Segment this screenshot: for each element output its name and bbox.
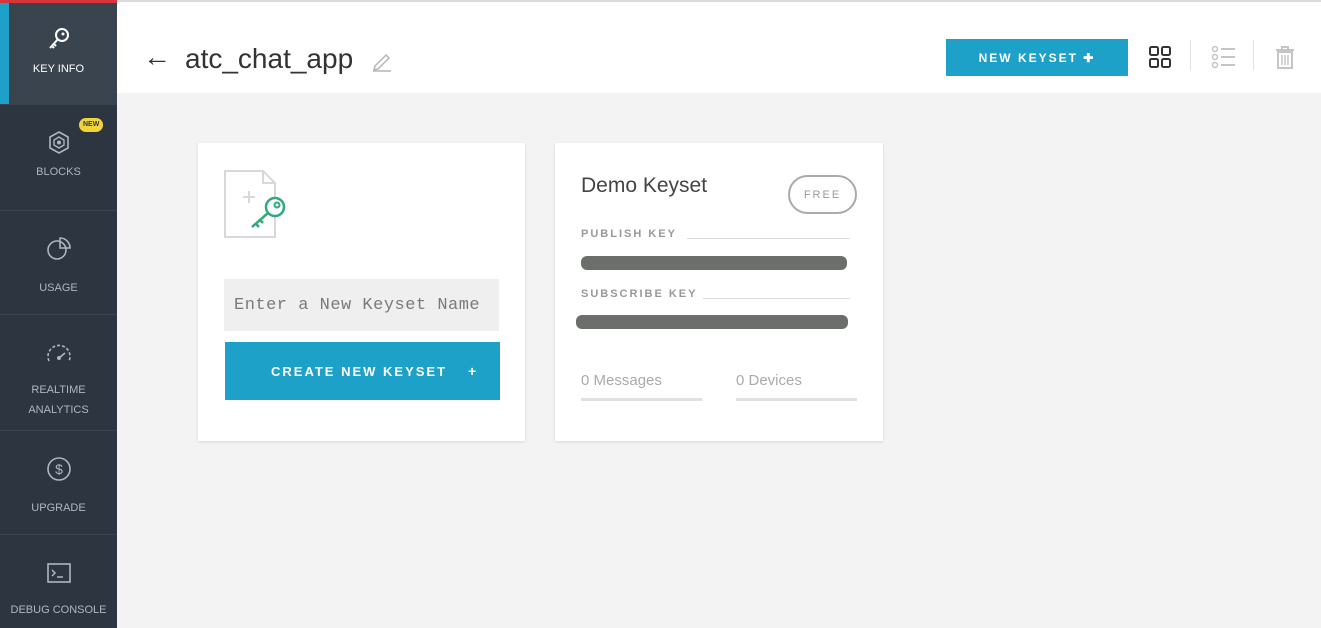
sidebar-item-key-info[interactable]: KEY INFO [0,3,117,105]
blocks-icon [44,128,74,158]
subscribe-key-label: SUBSCRIBE KEY [581,288,698,300]
sidebar-item-usage[interactable]: USAGE [0,212,117,315]
back-arrow-button[interactable]: ← [143,42,171,72]
publish-key-value [581,256,847,270]
sidebar-item-label: KEY INFO [32,63,85,75]
sidebar-item-upgrade[interactable]: $ UPGRADE [0,432,117,535]
demo-keyset-card[interactable]: Demo Keyset FREE PUBLISH KEY SUBSCRIBE K… [555,143,883,441]
sidebar-item-realtime-analytics[interactable]: REALTIME ANALYTICS [0,316,117,431]
pencil-edit-icon[interactable] [371,50,393,77]
new-badge: NEW [79,118,104,132]
speedometer-icon [44,340,74,370]
dollar-icon: $ [44,454,74,484]
sidebar-item-label: DEBUG CONSOLE [10,604,107,616]
divider [703,298,850,299]
trash-icon[interactable] [1274,45,1296,74]
devices-bar [736,398,857,401]
pie-chart-icon [44,234,74,264]
svg-text:$: $ [55,461,63,477]
subscribe-key-value [576,315,848,329]
sidebar-item-label: REALTIME ANALYTICS [28,384,89,416]
divider [687,238,850,239]
new-keyset-button[interactable]: NEW KEYSET ✚ [946,39,1128,76]
devices-count: 0 Devices [736,372,802,389]
sidebar-item-label: BLOCKS [36,166,81,178]
page-title: atc_chat_app [185,43,354,74]
sidebar-item-label: UPGRADE [31,502,86,514]
messages-bar [581,398,702,401]
sidebar-item-label: USAGE [39,282,78,294]
keyset-title: Demo Keyset [581,174,708,197]
new-keyset-file-icon [223,169,293,246]
keyset-name-input[interactable] [224,279,499,331]
plus-icon: + [468,363,479,379]
grid-view-icon[interactable] [1148,45,1172,74]
sidebar-item-debug-console[interactable]: DEBUG CONSOLE [0,536,117,628]
messages-count: 0 Messages [581,372,662,389]
create-keyset-card: CREATE NEW KEYSET + [198,143,525,441]
list-view-icon[interactable] [1211,45,1237,74]
key-icon [44,25,74,55]
create-new-keyset-button[interactable]: CREATE NEW KEYSET + [225,342,500,400]
plan-badge: FREE [788,175,857,214]
create-button-label: CREATE NEW KEYSET [271,363,448,379]
divider [1190,40,1191,70]
divider [1253,40,1254,70]
header: ← atc_chat_app NEW KEYSET ✚ [117,0,1321,93]
sidebar: KEY INFO BLOCKS NEW USAGE REALTIME ANALY… [0,0,117,628]
terminal-icon [44,558,74,588]
publish-key-label: PUBLISH KEY [581,228,677,240]
